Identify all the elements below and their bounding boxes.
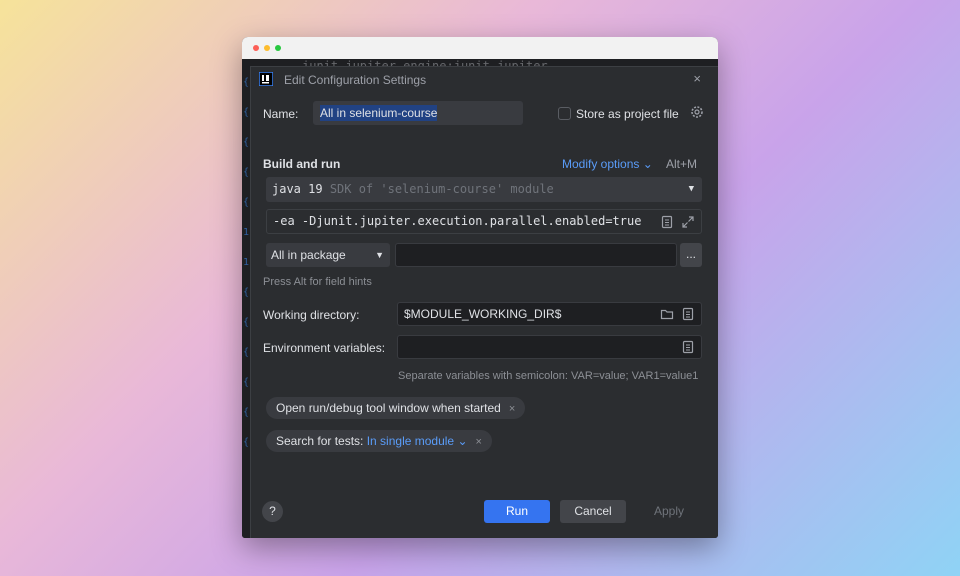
search-for-tests-label: Search for tests:: [276, 434, 364, 448]
expand-icon[interactable]: [681, 215, 695, 229]
gutter-mark: {: [243, 107, 250, 118]
chevron-down-icon: ⌄: [457, 434, 468, 448]
modify-options-label: Modify options: [562, 157, 640, 171]
field-hint: Press Alt for field hints: [263, 276, 372, 288]
environment-variables-field[interactable]: [397, 335, 702, 359]
open-tool-window-label: Open run/debug tool window when started: [276, 401, 501, 415]
test-kind-value: All in package: [271, 248, 346, 262]
search-scope-link[interactable]: In single module ⌄: [367, 434, 468, 448]
working-directory-value: $MODULE_WORKING_DIR$: [404, 307, 562, 321]
store-project-checkbox[interactable]: [558, 107, 571, 120]
close-icon[interactable]: ×: [693, 71, 701, 86]
gutter-mark: {: [243, 317, 250, 328]
name-field[interactable]: All in selenium-course: [313, 101, 523, 125]
modify-options-link[interactable]: Modify options ⌄: [562, 157, 653, 171]
vm-options-value: -ea -Djunit.jupiter.execution.parallel.e…: [273, 214, 642, 228]
dropdown-arrow-icon: ▼: [375, 250, 384, 260]
name-label: Name:: [263, 107, 299, 121]
gutter-mark: 1: [243, 227, 250, 238]
name-value: All in selenium-course: [320, 105, 438, 121]
remove-icon[interactable]: ×: [476, 436, 482, 448]
gear-icon[interactable]: [690, 105, 704, 119]
zoom-window-button[interactable]: [275, 45, 281, 51]
working-directory-field[interactable]: $MODULE_WORKING_DIR$: [397, 302, 702, 326]
vm-options-field[interactable]: -ea -Djunit.jupiter.execution.parallel.e…: [266, 209, 702, 234]
gutter-mark: {: [243, 347, 250, 358]
jdk-name: java 19: [272, 182, 323, 196]
remove-icon[interactable]: ×: [509, 403, 515, 415]
apply-button[interactable]: Apply: [636, 500, 702, 523]
help-button[interactable]: ?: [262, 501, 283, 522]
browse-button[interactable]: ...: [680, 243, 702, 267]
test-kind-select[interactable]: All in package ▼: [266, 243, 390, 267]
build-and-run-heading: Build and run: [263, 157, 341, 171]
store-project-label: Store as project file: [576, 107, 679, 121]
folder-icon[interactable]: [660, 307, 674, 321]
intellij-app-icon: [259, 72, 273, 86]
close-window-button[interactable]: [253, 45, 259, 51]
gutter-mark: {: [243, 437, 250, 448]
edit-configuration-dialog: Edit Configuration Settings × Name: All …: [250, 66, 718, 538]
working-directory-label: Working directory:: [263, 308, 360, 322]
gutter-mark: {: [243, 377, 250, 388]
gutter-mark: 1: [243, 257, 250, 268]
chevron-down-icon: ⌄: [642, 157, 653, 171]
gutter-mark: {: [243, 407, 250, 418]
gutter-mark: {: [243, 77, 250, 88]
document-icon[interactable]: [660, 215, 674, 229]
dropdown-arrow-icon: ▼: [688, 184, 694, 194]
dialog-title: Edit Configuration Settings: [284, 73, 427, 87]
modify-options-shortcut: Alt+M: [666, 157, 698, 171]
gutter-mark: {: [243, 137, 250, 148]
search-for-tests-chip[interactable]: Search for tests: In single module ⌄ ×: [266, 430, 492, 452]
environment-variables-hint: Separate variables with semicolon: VAR=v…: [398, 370, 699, 382]
dialog-header: Edit Configuration Settings ×: [251, 67, 718, 93]
jdk-select[interactable]: java 19 SDK of 'selenium-course' module …: [266, 177, 702, 202]
cancel-button[interactable]: Cancel: [560, 500, 626, 523]
jdk-detail: SDK of 'selenium-course' module: [329, 182, 554, 196]
open-tool-window-chip[interactable]: Open run/debug tool window when started ×: [266, 397, 526, 419]
gutter-mark: {: [243, 197, 250, 208]
ide-window: junit.jupiter.engine:junit-jupiter {{{{{…: [242, 37, 718, 538]
window-titlebar: [242, 37, 718, 59]
package-field[interactable]: [395, 243, 677, 267]
search-scope-value: In single module: [366, 434, 455, 448]
document-icon[interactable]: [681, 307, 695, 321]
gutter-mark: {: [243, 167, 250, 178]
run-button[interactable]: Run: [484, 500, 550, 523]
document-icon[interactable]: [681, 340, 695, 354]
minimize-window-button[interactable]: [264, 45, 270, 51]
environment-variables-label: Environment variables:: [263, 341, 386, 355]
gutter-mark: {: [243, 287, 250, 298]
